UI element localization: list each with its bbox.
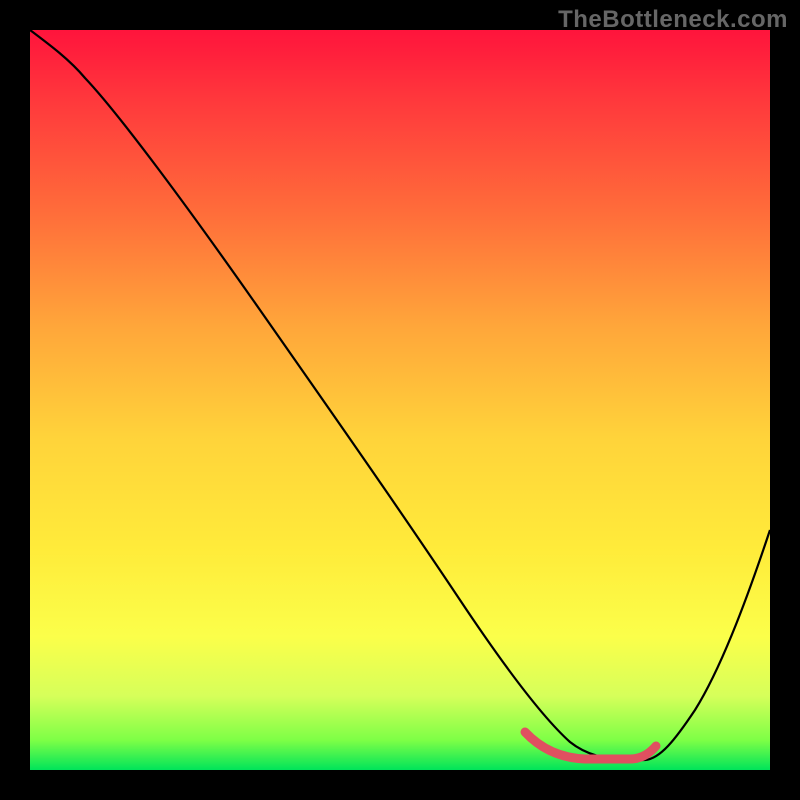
optimal-zone-highlight: [525, 732, 656, 759]
plot-area: [30, 30, 770, 770]
curve-svg: [30, 30, 770, 770]
bottleneck-curve: [30, 30, 770, 760]
chart-container: TheBottleneck.com: [0, 0, 800, 800]
